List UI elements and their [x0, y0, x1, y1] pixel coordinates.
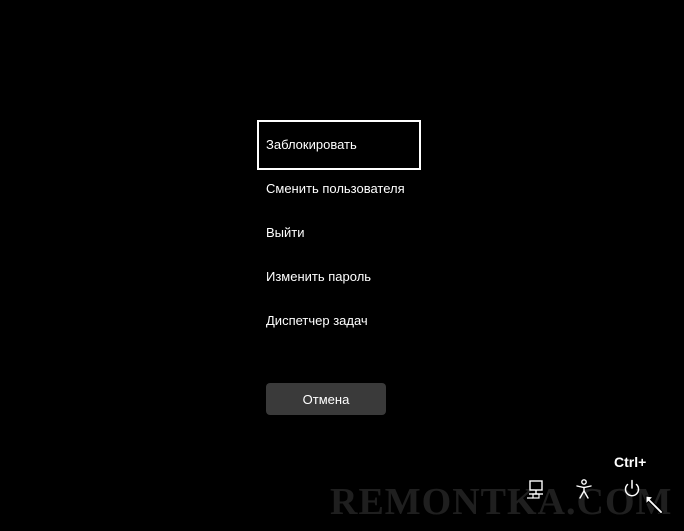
menu-item-task-manager[interactable]: Диспетчер задач — [257, 296, 421, 346]
menu-item-change-password[interactable]: Изменить пароль — [257, 252, 421, 302]
menu-item-sign-out[interactable]: Выйти — [257, 208, 421, 258]
network-icon[interactable] — [525, 478, 547, 500]
mouse-cursor-icon — [644, 494, 666, 521]
ctrl-annotation: Ctrl+ — [614, 454, 647, 470]
accessibility-icon[interactable] — [573, 478, 595, 500]
power-icon[interactable] — [621, 478, 643, 500]
secure-attention-screen: Заблокировать Сменить пользователя Выйти… — [0, 0, 684, 531]
cancel-button[interactable]: Отмена — [266, 383, 386, 415]
menu-item-lock[interactable]: Заблокировать — [257, 120, 421, 170]
menu-item-switch-user[interactable]: Сменить пользователя — [257, 164, 421, 214]
